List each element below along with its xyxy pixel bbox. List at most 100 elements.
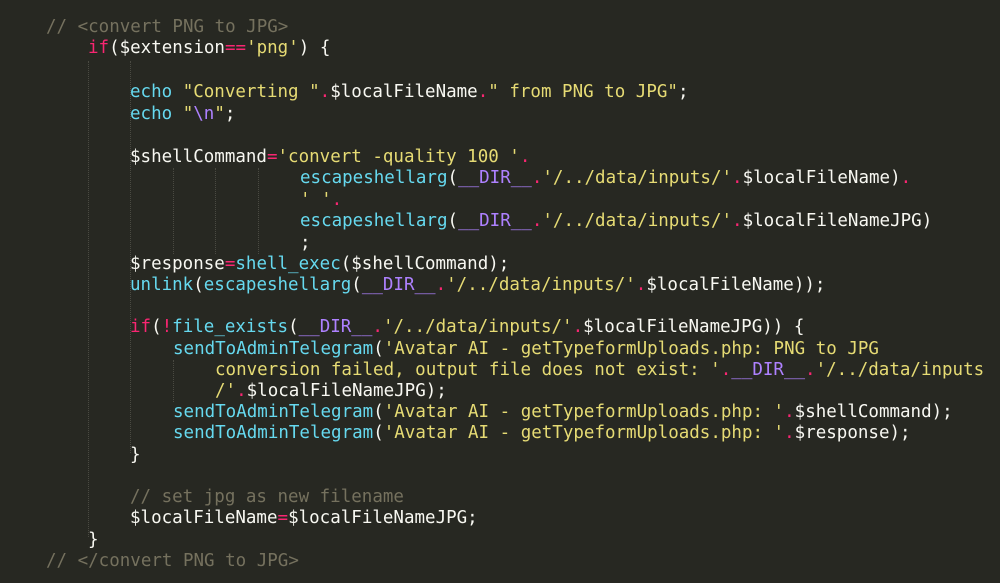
code-token-func: escapeshellarg [203,275,352,295]
code-token-comment: // </convert PNG to JPG> [46,551,299,571]
code-token-string: '/../data/inputs [815,360,985,380]
code-line[interactable]: sendToAdminTelegram('Avatar AI - getType… [173,423,911,444]
code-token-comment: // <convert PNG to JPG> [46,17,289,37]
code-token-plain: ( [447,168,459,188]
code-token-plain: $localFileName [130,508,278,528]
code-line[interactable]: } [88,530,99,551]
code-token-keyword: . [531,211,543,231]
code-token-plain: $localFileNameJPG); [246,381,447,401]
code-line[interactable]: if(!file_exists(__DIR__.'/../data/inputs… [130,317,804,338]
code-token-plain: $localFileName [330,82,478,102]
code-line[interactable]: } [130,445,141,466]
code-token-string: " [182,104,194,124]
indent-guide [173,360,174,402]
code-line[interactable]: echo "\n"; [130,104,235,125]
code-token-keyword: . [236,381,247,401]
code-token-plain: ; [677,82,689,102]
code-token-keyword: . [720,360,732,380]
code-line[interactable]: escapeshellarg(__DIR__.'/../data/inputs/… [300,211,932,232]
code-token-plain: $localFileName) [742,168,901,188]
code-token-keyword: == [224,38,247,58]
code-token-func: sendToAdminTelegram [173,402,374,422]
code-line[interactable]: // set jpg as new filename [130,487,404,508]
code-token-func: unlink [130,275,194,295]
code-token-keyword: if [130,317,152,337]
code-token-keyword: . [319,82,331,102]
code-token-plain: $localFileNameJPG; [288,508,478,528]
code-token-func: file_exists [172,317,289,337]
code-token-keyword: . [784,423,795,443]
code-token-plain: $response); [794,423,911,443]
code-line[interactable]: $response=shell_exec($shellCommand); [130,254,509,275]
code-line[interactable]: $localFileName=$localFileNameJPG; [130,508,478,529]
code-token-const: __DIR__ [458,211,532,231]
code-token-string: "Converting " [182,82,320,102]
code-token-plain: $localFileNameJPG) [742,211,933,231]
code-token-string: 'Avatar AI - getTypeformUploads.php: ' [383,423,785,443]
code-token-plain: ( [351,275,362,295]
code-token-string: '/../data/inputs/' [446,275,636,295]
code-token-plain: ; [300,233,311,253]
code-line[interactable]: ' '. [300,190,342,211]
code-token-plain: ; [224,104,236,124]
indent-guide [215,168,216,254]
code-editor[interactable]: // <convert PNG to JPG> if($extension=='p… [0,0,1000,583]
code-token-plain: } [88,530,99,550]
code-line[interactable]: if($extension=='png') { [88,38,330,59]
code-line[interactable]: escapeshellarg(__DIR__.'/../data/inputs/… [300,168,911,189]
code-token-func: sendToAdminTelegram [173,423,374,443]
code-token-string: 'convert -quality 100 ' [277,147,520,167]
code-token-string: '/../data/inputs/' [382,317,573,337]
code-token-string: '/../data/inputs/' [542,211,733,231]
code-token-plain: $localFileNameJPG)) { [583,317,805,337]
code-line[interactable]: echo "Converting ".$localFileName." from… [130,82,688,103]
code-token-keyword: . [900,168,912,188]
code-token-plain: ( [373,423,384,443]
code-token-keyword: = [266,147,278,167]
code-line[interactable]: conversion failed, output file does not … [215,360,984,381]
code-token-keyword: . [531,168,543,188]
code-token-keyword: . [372,317,383,337]
code-token-string: " from PNG to JPG" [488,82,678,102]
code-token-keyword: . [331,190,343,210]
code-line[interactable]: ; [300,233,311,254]
code-line[interactable]: sendToAdminTelegram('Avatar AI - getType… [173,402,953,423]
code-token-plain: ($shellCommand); [340,254,510,274]
code-token-plain: ( [151,317,162,337]
code-line[interactable]: /'.$localFileNameJPG); [215,381,447,402]
code-token-func: shell_exec [235,254,341,274]
code-line[interactable]: // </convert PNG to JPG> [46,551,299,572]
code-token-func: echo [130,82,173,102]
code-token-keyword: . [732,168,743,188]
code-token-keyword: . [572,317,584,337]
code-token-plain: ($extension [109,38,225,58]
code-token-plain: } [130,445,141,465]
code-token-plain: ( [288,317,299,337]
code-token-plain: $shellCommand); [794,402,953,422]
code-token-const: \n [193,104,215,124]
code-token-plain: ( [373,339,384,359]
code-token-plain: ( [193,275,204,295]
code-token-keyword: . [519,147,531,167]
code-token-plain: $shellCommand [130,147,267,167]
code-token-func: echo [130,104,173,124]
code-token-plain: $localFileName)); [646,275,826,295]
code-token-keyword: ! [161,317,173,337]
code-token-string: 'png' [246,38,299,58]
code-token-func: escapeshellarg [300,168,448,188]
code-line[interactable]: sendToAdminTelegram('Avatar AI - getType… [173,339,879,360]
code-token-keyword: . [732,211,743,231]
code-token-string: " [214,104,225,124]
code-token-const: __DIR__ [458,168,532,188]
code-token-plain: $response [130,254,225,274]
code-token-string: ' ' [300,190,332,210]
code-line[interactable]: unlink(escapeshellarg(__DIR__.'/../data/… [130,275,825,296]
code-token-string: '/../data/inputs/' [542,168,733,188]
code-line[interactable]: // <convert PNG to JPG> [46,17,288,38]
indent-guide [258,168,259,254]
code-token-keyword: if [88,38,110,58]
code-token-string: 'Avatar AI - getTypeformUploads.php: PNG… [383,339,879,359]
code-line[interactable]: $shellCommand='convert -quality 100 '. [130,147,530,168]
